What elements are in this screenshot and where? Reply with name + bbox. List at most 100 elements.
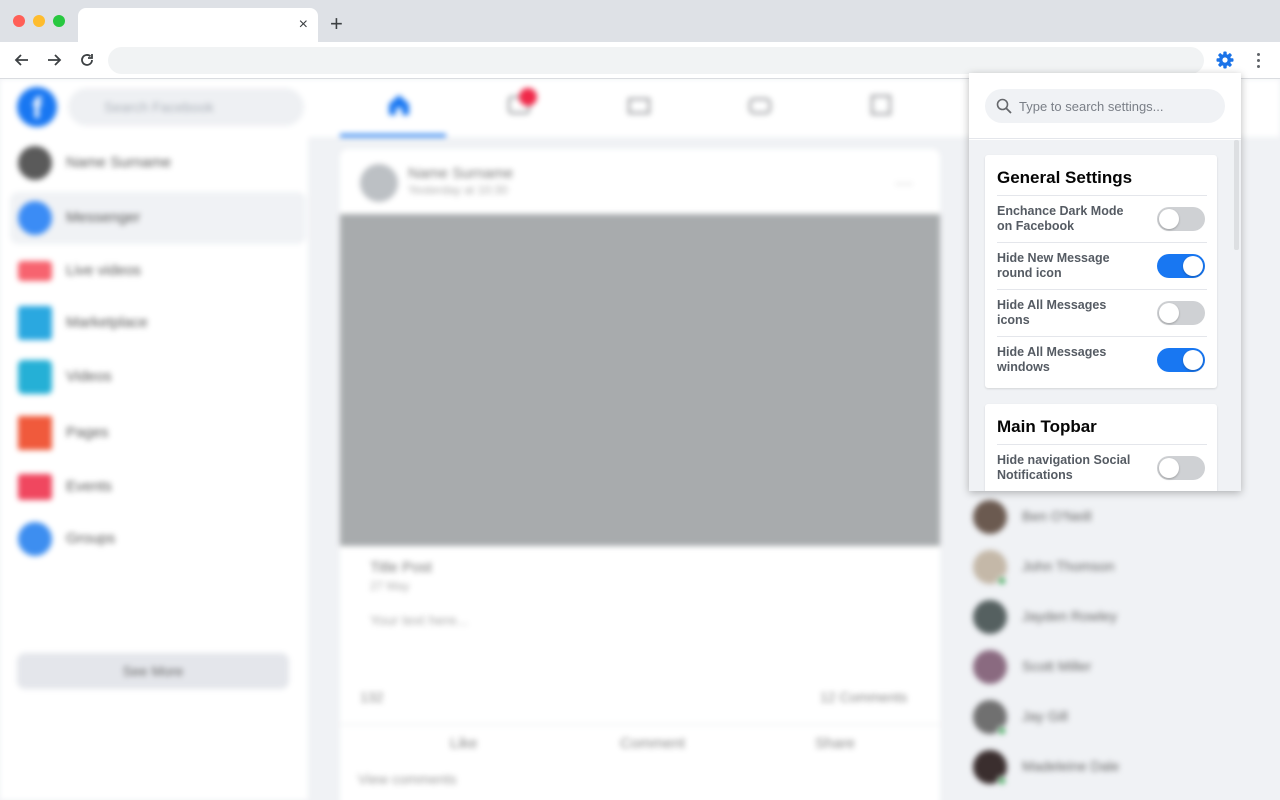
active-tab-underline [340, 134, 446, 137]
post-more-icon[interactable]: ··· [895, 173, 913, 194]
address-bar[interactable] [108, 47, 1204, 74]
settings-search-input[interactable] [985, 89, 1225, 123]
facebook-left-sidebar: Name Surname Messenger Live videos Marke… [0, 137, 308, 800]
online-status-dot [997, 776, 1007, 786]
contact-item[interactable]: Jay Gill [973, 696, 1263, 740]
toggle-hide-all-messages-icons[interactable] [1157, 301, 1205, 325]
post-image[interactable] [340, 214, 940, 546]
toggle-knob [1159, 209, 1179, 229]
post-author-name[interactable]: Name Surname [408, 165, 513, 182]
browser-menu-icon[interactable] [1250, 50, 1266, 70]
sidebar-item-messenger[interactable]: Messenger [10, 192, 306, 244]
facebook-logo: f [17, 87, 57, 127]
divider [997, 336, 1207, 337]
post-title: Title Post [370, 559, 432, 576]
home-icon[interactable] [385, 91, 415, 121]
settings-body: General Settings Enchance Dark Mode on F… [969, 140, 1241, 491]
online-status-dot [997, 576, 1007, 586]
toggle-knob [1183, 256, 1203, 276]
live-video-icon [18, 261, 52, 281]
toggle-hide-new-message-icon[interactable] [1157, 254, 1205, 278]
setting-label: Hide navigation Social Notifications [997, 453, 1131, 482]
contact-item[interactable]: Madeleine Dale [973, 746, 1263, 790]
sidebar-item-events[interactable]: Events [10, 461, 306, 513]
new-tab-button[interactable]: + [330, 12, 343, 36]
groups-icon[interactable] [746, 91, 776, 121]
toggle-knob [1159, 303, 1179, 323]
setting-label: Hide New Message round icon [997, 251, 1110, 280]
sidebar-item-videos[interactable]: Videos [10, 351, 306, 403]
toggle-knob [1183, 350, 1203, 370]
messenger-icon [18, 201, 52, 235]
setting-label: Enchance Dark Mode on Facebook [997, 204, 1124, 233]
contact-avatar [973, 600, 1007, 634]
comment-count[interactable]: 12 Comments [820, 689, 907, 705]
contact-item[interactable]: Ben O'Neill [973, 496, 1263, 540]
sidebar-item-label: Pages [66, 424, 109, 441]
maximize-window-button[interactable] [53, 15, 65, 27]
contact-item[interactable]: Scott Miller [973, 646, 1263, 690]
toggle-hide-social-notifications[interactable] [1157, 456, 1205, 480]
toggle-enhance-dark-mode[interactable] [1157, 207, 1205, 231]
back-arrow-icon[interactable] [12, 50, 32, 70]
post-timestamp: Yesterday at 10:30 [408, 183, 508, 197]
pages-flag-icon [18, 416, 52, 450]
like-button[interactable]: Like [450, 735, 478, 752]
toggle-hide-all-messages-windows[interactable] [1157, 348, 1205, 372]
video-icon [18, 360, 52, 394]
setting-label: Hide All Messages icons [997, 298, 1107, 327]
contact-name: John Thomson [1022, 558, 1115, 574]
share-button[interactable]: Share [815, 735, 855, 752]
contact-name: Ben O'Neill [1022, 508, 1092, 524]
sidebar-item-marketplace[interactable]: Marketplace [10, 297, 306, 349]
contact-name: Jayden Rowley [1022, 608, 1117, 624]
contact-item[interactable]: Jayden Rowley [973, 596, 1263, 640]
browser-tab-strip: × + [0, 0, 1280, 42]
profile-avatar [18, 146, 52, 180]
notification-badge [519, 88, 537, 106]
extension-gear-icon[interactable] [1215, 50, 1235, 70]
search-icon [996, 98, 1012, 114]
sidebar-item-pages[interactable]: Pages [10, 407, 306, 459]
contact-name: Madeleine Dale [1022, 758, 1120, 774]
view-comments-link[interactable]: View comments [358, 771, 457, 787]
reload-icon[interactable] [77, 50, 97, 70]
groups-icon [18, 522, 52, 556]
post-card: Name Surname Yesterday at 10:30 ··· Titl… [340, 149, 940, 800]
sidebar-item-label: Events [66, 478, 112, 495]
contact-item[interactable]: John Thomson [973, 546, 1263, 590]
post-author-avatar[interactable] [360, 164, 398, 202]
facebook-search-input[interactable]: Search Facebook [68, 88, 304, 126]
forward-arrow-icon[interactable] [44, 50, 64, 70]
divider [997, 444, 1207, 445]
see-more-button[interactable]: See More [17, 653, 289, 689]
contact-name: Jay Gill [1022, 708, 1068, 724]
post-actions-bar: Like Comment Share [340, 724, 940, 764]
sidebar-item-groups[interactable]: Groups [10, 513, 306, 565]
divider [997, 195, 1207, 196]
main-topbar-card: Main Topbar Hide navigation Social Notif… [985, 404, 1217, 491]
sidebar-item-live-videos[interactable]: Live videos [10, 245, 306, 297]
general-settings-card: General Settings Enchance Dark Mode on F… [985, 155, 1217, 388]
popup-scrollbar[interactable] [1234, 140, 1239, 250]
contact-name: Scott Miller [1022, 658, 1092, 674]
comment-button[interactable]: Comment [620, 735, 685, 752]
minimize-window-button[interactable] [33, 15, 45, 27]
setting-label: Hide All Messages windows [997, 345, 1107, 374]
tab-close-icon[interactable]: × [299, 15, 308, 35]
events-icon [18, 474, 52, 500]
divider [997, 289, 1207, 290]
marketplace-icon[interactable] [625, 91, 655, 121]
contact-avatar [973, 500, 1007, 534]
online-status-dot [997, 726, 1007, 736]
contacts-list: Ben O'Neill John Thomson Jayden Rowley S… [960, 479, 1270, 800]
sidebar-item-label: Videos [66, 368, 112, 385]
toggle-knob [1159, 458, 1179, 478]
browser-tab[interactable]: × [78, 8, 318, 42]
gaming-icon[interactable] [867, 91, 897, 121]
close-window-button[interactable] [13, 15, 25, 27]
sidebar-item-profile[interactable]: Name Surname [10, 137, 306, 189]
post-date: 27 May [370, 579, 410, 593]
sidebar-item-label: Groups [66, 530, 116, 547]
sidebar-item-label: Live videos [66, 262, 142, 279]
